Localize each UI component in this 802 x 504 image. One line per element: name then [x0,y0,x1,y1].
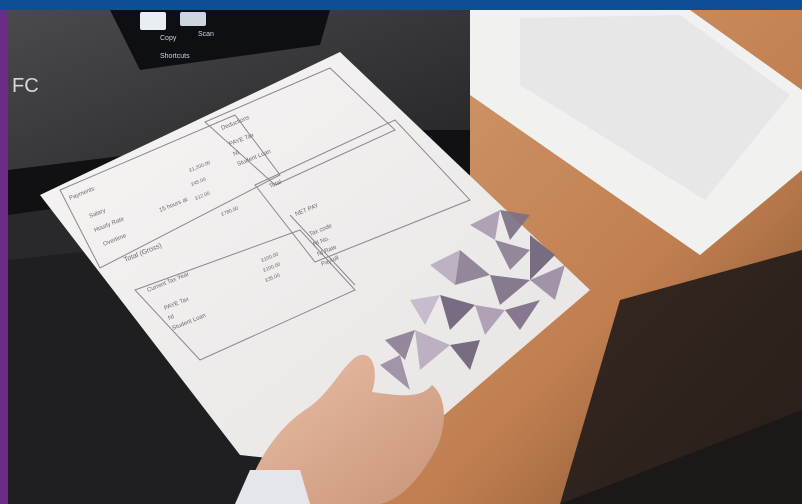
shortcuts-label: Shortcuts [160,53,190,60]
scan-label: Scan [198,31,214,38]
office-scene-photo: Copy Scan Shortcuts FC Payments Salary H… [8,10,802,504]
copy-label: Copy [160,35,177,42]
copy-tile [140,12,166,30]
scan-tile [180,12,206,26]
printer-brand-text: FC [12,75,39,97]
